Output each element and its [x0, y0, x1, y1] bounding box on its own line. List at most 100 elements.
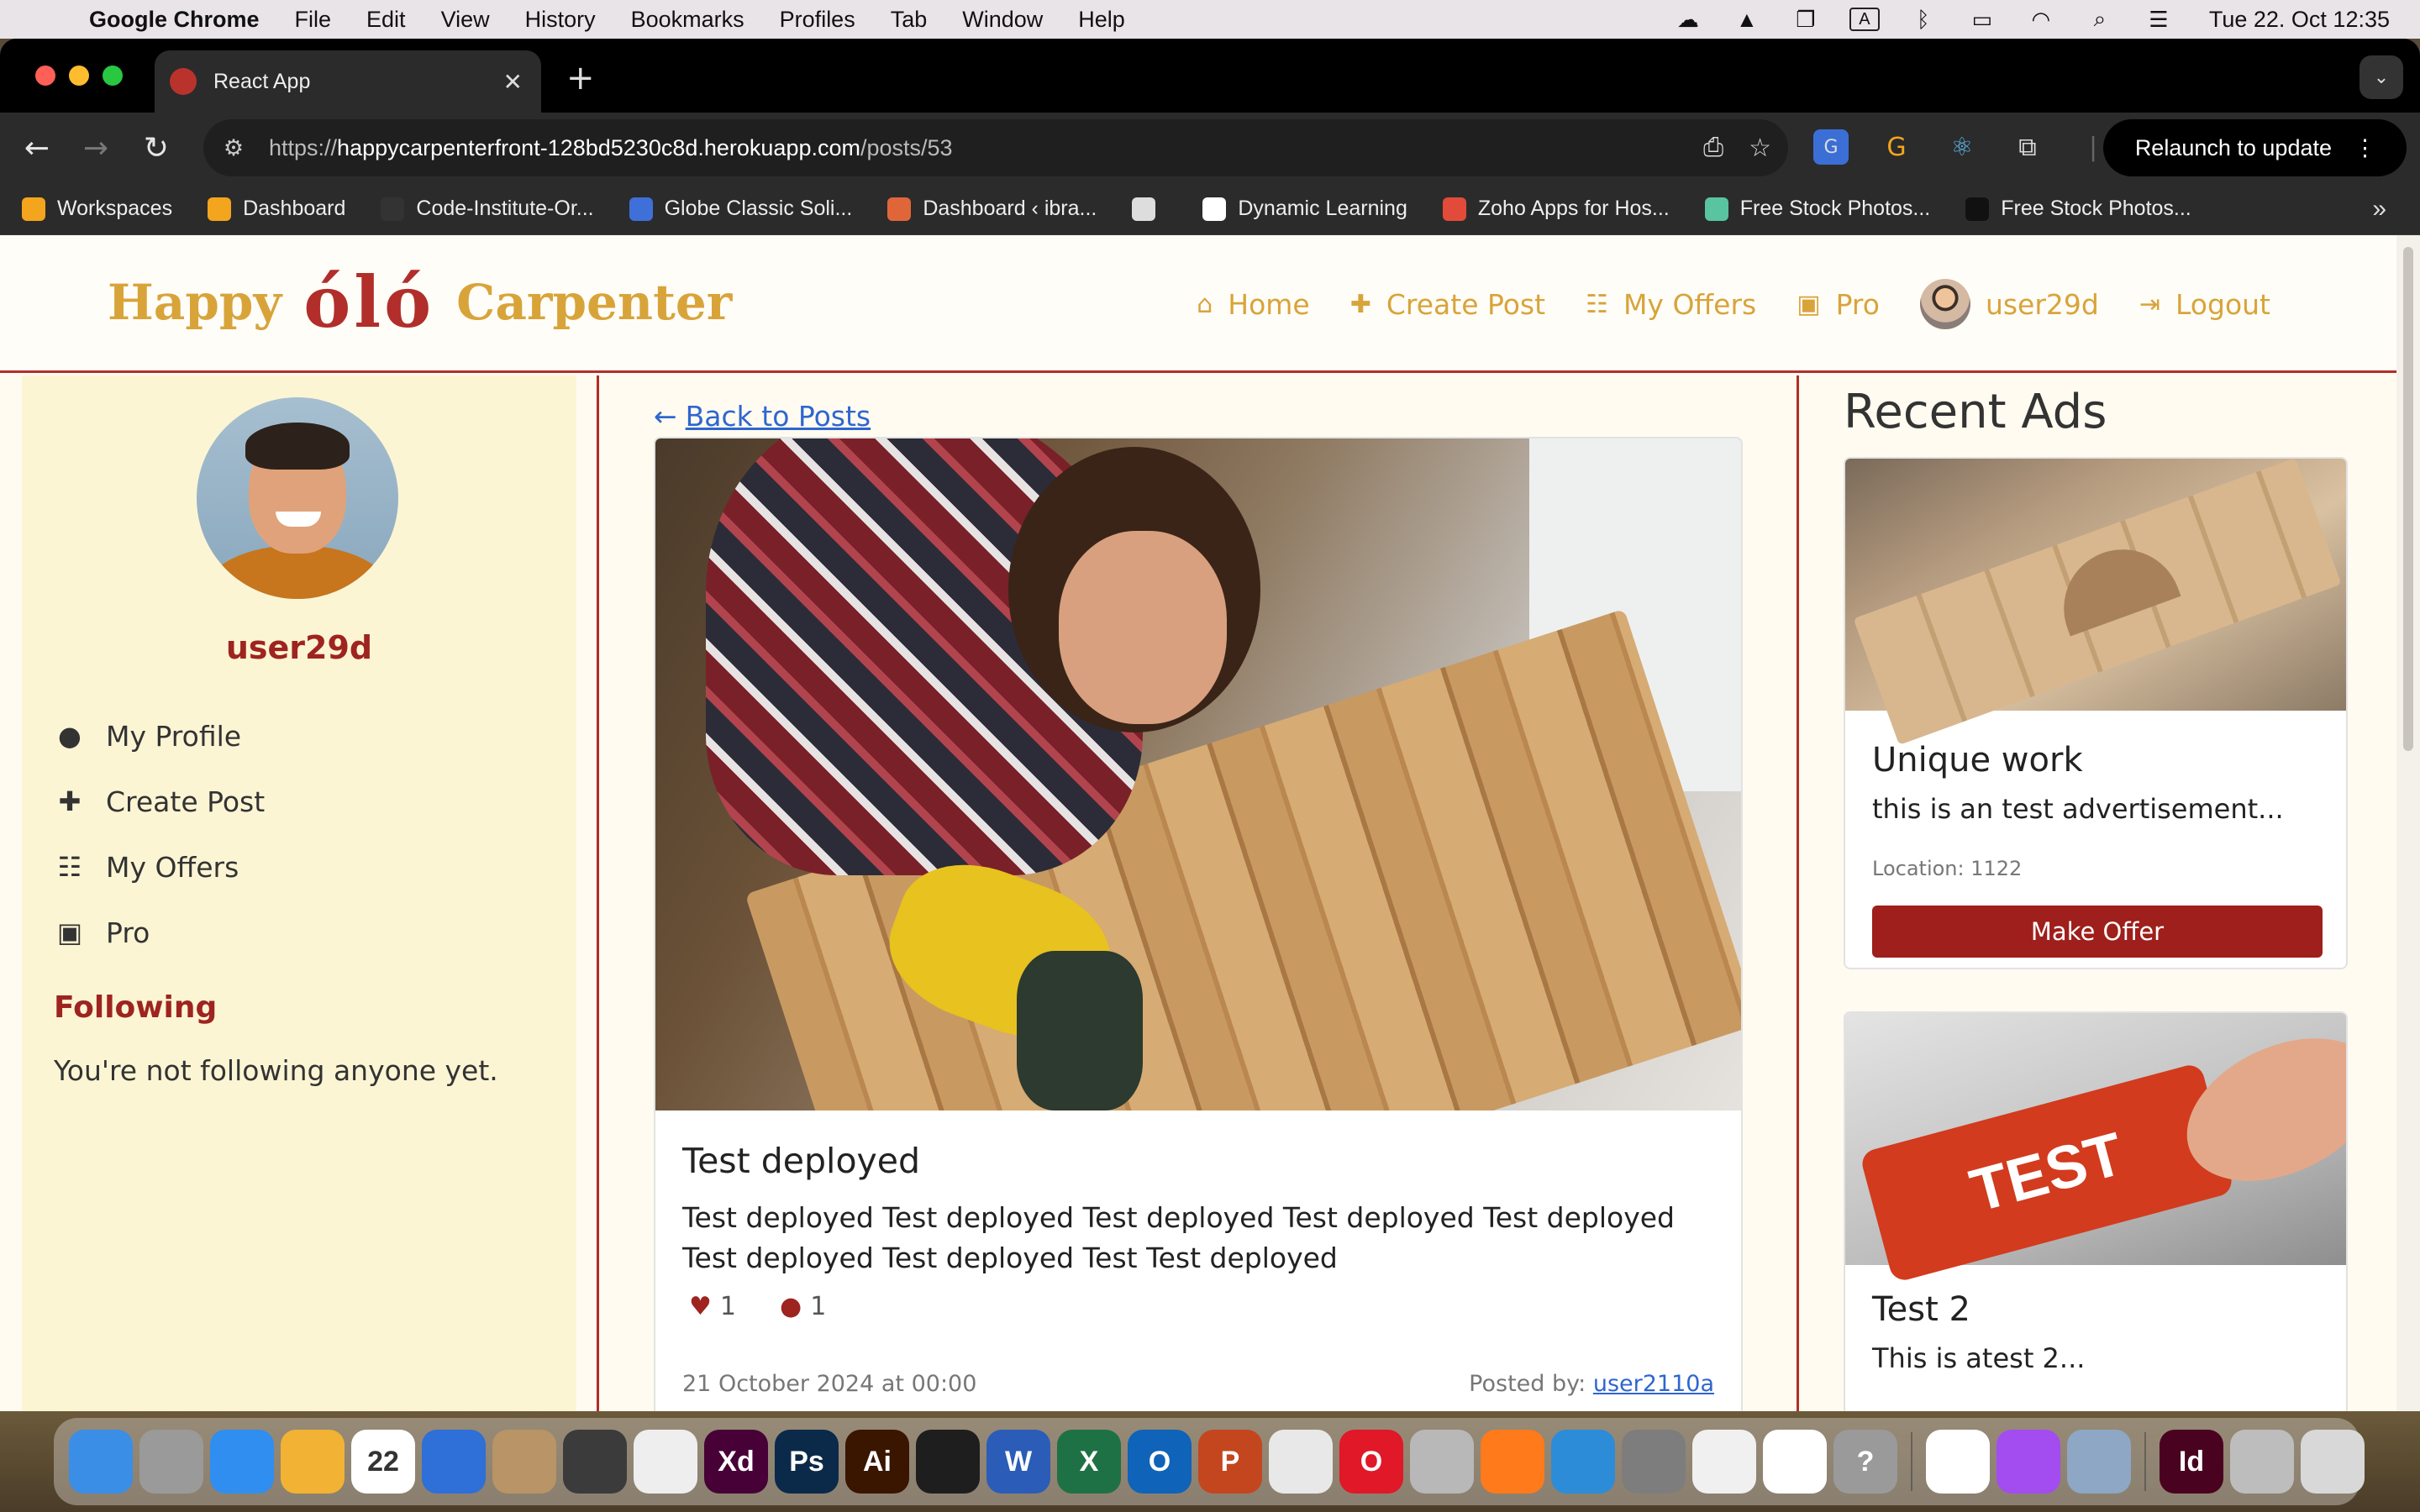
extensions-puzzle-icon[interactable]: ⧉ [2010, 129, 2045, 165]
bookmark-item[interactable]: Dashboard [208, 197, 345, 221]
bluetooth-icon[interactable]: ᛒ [1908, 7, 1939, 32]
drive-icon[interactable]: ▲ [1732, 7, 1762, 32]
react-devtools-icon[interactable]: ⚛ [1944, 129, 1980, 165]
cloud-sync-icon[interactable]: ☁ [1673, 7, 1703, 32]
bookmark-item[interactable]: Code-Institute-Or... [381, 197, 594, 221]
comment-button[interactable]: ● 1 [780, 1292, 826, 1321]
menu-file[interactable]: File [295, 7, 332, 33]
menu-edit[interactable]: Edit [366, 7, 406, 33]
opera-app-icon[interactable]: O [1339, 1430, 1403, 1494]
figma-app-icon[interactable] [916, 1430, 980, 1494]
site-settings-icon[interactable]: ⚙ [217, 135, 250, 161]
post-author-link[interactable]: user2110a [1593, 1371, 1714, 1397]
contacts-app-icon[interactable] [492, 1430, 556, 1494]
site-logo[interactable]: Happy óló Carpenter [108, 260, 732, 344]
chrome-app-icon[interactable] [1269, 1430, 1333, 1494]
close-tab-icon[interactable]: ✕ [503, 68, 523, 96]
make-offer-button[interactable]: Make Offer [1872, 906, 2323, 958]
excel-app-icon[interactable]: X [1057, 1430, 1121, 1494]
menu-window[interactable]: Window [962, 7, 1043, 33]
whatsapp-app-icon[interactable] [1410, 1430, 1474, 1494]
menu-view[interactable]: View [441, 7, 490, 33]
tab-search-chevron-icon[interactable]: ⌄ [2360, 55, 2403, 99]
address-bar[interactable]: ⚙ https:// happycarpenterfront-128bd5230… [203, 119, 1788, 176]
search-icon[interactable]: ⌕ [2085, 6, 2115, 31]
sidebar-item-my-offers[interactable]: ☷ My Offers [54, 834, 265, 900]
control-center-icon[interactable]: ☰ [2144, 7, 2174, 32]
bookmark-item[interactable]: Workspaces [22, 197, 172, 221]
indesign-app-icon[interactable]: Id [2160, 1430, 2223, 1494]
bookmarks-overflow-icon[interactable]: » [2372, 195, 2386, 223]
capcut-app-icon[interactable] [1692, 1430, 1756, 1494]
bookmark-star-icon[interactable]: ☆ [1749, 134, 1771, 163]
page-scrollbar[interactable] [2396, 235, 2420, 1411]
battery-icon[interactable]: ▭ [1967, 7, 1997, 32]
photoshop-app-icon[interactable]: Ps [775, 1430, 839, 1494]
thunderbird-app-icon[interactable] [422, 1430, 486, 1494]
textedit-app-icon[interactable] [634, 1430, 697, 1494]
zoom-window-icon[interactable] [103, 66, 123, 86]
window-stack-icon[interactable]: ❐ [1791, 7, 1821, 32]
menu-app-name[interactable]: Google Chrome [89, 7, 260, 33]
menu-clock[interactable]: Tue 22. Oct 12:35 [2209, 7, 2390, 33]
bookmark-item[interactable]: Free Stock Photos... [1704, 197, 1930, 221]
back-arrow-icon[interactable]: ← [17, 128, 57, 168]
minimize-window-icon[interactable] [69, 66, 89, 86]
forward-arrow-icon[interactable]: → [76, 128, 116, 168]
archive-app-icon[interactable] [2230, 1430, 2294, 1494]
nav-logout[interactable]: ⇥ Logout [2139, 288, 2270, 321]
powerpoint-app-icon[interactable]: P [1198, 1430, 1262, 1494]
bookmark-item[interactable]: Dynamic Learning [1202, 197, 1407, 221]
vscode-app-icon[interactable] [1551, 1430, 1615, 1494]
ad-card[interactable]: TEST Test 2 This is atest 2... [1844, 1011, 2348, 1411]
menu-help[interactable]: Help [1078, 7, 1125, 33]
sidebar-item-my-profile[interactable]: ● My Profile [54, 703, 265, 769]
nav-profile[interactable]: user29d [1919, 279, 2099, 329]
launchpad-app-icon[interactable] [139, 1430, 203, 1494]
calculator-app-icon[interactable] [563, 1430, 627, 1494]
messenger-app-icon[interactable] [1996, 1430, 2060, 1494]
photos-app-icon[interactable] [281, 1430, 345, 1494]
help-app-icon[interactable]: ? [1833, 1430, 1897, 1494]
calendar-app-icon[interactable]: 22 [351, 1430, 415, 1494]
new-tab-icon[interactable]: + [566, 59, 595, 97]
tab-react-app[interactable]: React App ✕ [155, 50, 541, 113]
grammarly-like-extension-icon[interactable]: G [1879, 129, 1914, 165]
freeform-app-icon[interactable] [1926, 1430, 1990, 1494]
bookmark-item[interactable]: Globe Classic Soli... [629, 197, 852, 221]
illustrator-app-icon[interactable]: Ai [845, 1430, 909, 1494]
menu-profiles[interactable]: Profiles [780, 7, 855, 33]
install-app-icon[interactable]: ⎙ [1703, 134, 1723, 163]
safari-app-icon[interactable] [210, 1430, 274, 1494]
slack-app-icon[interactable] [1763, 1430, 1827, 1494]
ad-card[interactable]: Unique work this is an test advertisemen… [1844, 457, 2348, 969]
nav-my-offers[interactable]: ☷ My Offers [1586, 288, 1756, 321]
input-source-icon[interactable]: A [1849, 8, 1880, 31]
bookmark-item[interactable]: Dashboard ‹ ibra... [887, 197, 1097, 221]
trash-app-icon[interactable] [2301, 1430, 2365, 1494]
reload-icon[interactable]: ↻ [136, 128, 176, 168]
kebab-menu-icon[interactable]: ⋮ [2354, 135, 2376, 161]
sidebar-item-create-post[interactable]: ✚ Create Post [54, 769, 266, 834]
firefox-app-icon[interactable] [1481, 1430, 1544, 1494]
profile-username[interactable]: user29d [22, 629, 576, 666]
back-to-posts-link[interactable]: ← Back to Posts [654, 400, 871, 433]
wifi-icon[interactable]: ◠ [2026, 7, 2056, 32]
relaunch-button[interactable]: Relaunch to update ⋮ [2102, 119, 2407, 176]
bookmark-item[interactable] [1132, 197, 1167, 221]
word-app-icon[interactable]: W [986, 1430, 1050, 1494]
menu-tab[interactable]: Tab [891, 7, 928, 33]
bookmark-item[interactable]: Free Stock Photos... [1965, 197, 2191, 221]
menu-history[interactable]: History [525, 7, 596, 33]
finder-app-icon[interactable] [69, 1430, 133, 1494]
sidebar-item-pro[interactable]: ▣ Pro [54, 900, 265, 965]
scrollbar-thumb[interactable] [2403, 247, 2413, 751]
bookmark-item[interactable]: Zoho Apps for Hos... [1442, 197, 1670, 221]
nav-home[interactable]: ⌂ Home [1197, 288, 1310, 321]
preview-app-icon[interactable] [2067, 1430, 2131, 1494]
settings-app-icon[interactable] [1622, 1430, 1686, 1494]
translate-extension-icon[interactable]: G [1813, 129, 1849, 165]
menu-bookmarks[interactable]: Bookmarks [631, 7, 744, 33]
nav-pro[interactable]: ▣ Pro [1797, 288, 1880, 321]
xd-app-icon[interactable]: Xd [704, 1430, 768, 1494]
